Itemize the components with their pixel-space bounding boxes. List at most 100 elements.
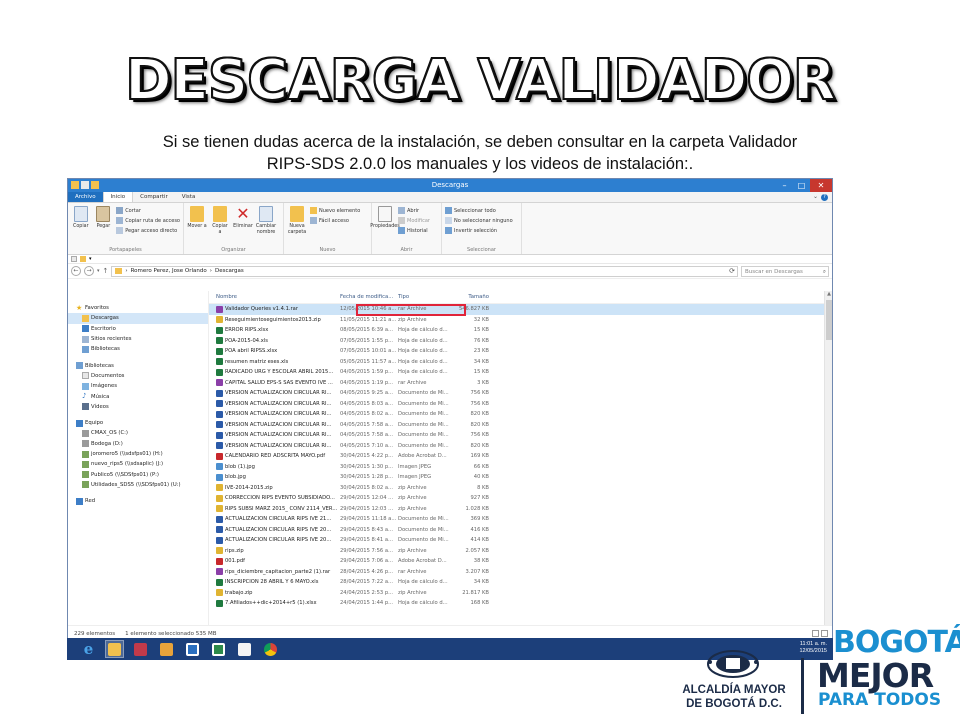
- history-button[interactable]: Historial: [398, 227, 430, 234]
- file-row[interactable]: ACTUALIZACION CIRCULAR RIPS IVE 20... 29/…: [209, 525, 832, 536]
- invert-selection-button[interactable]: Invertir selección: [445, 227, 513, 234]
- window-titlebar[interactable]: Descargas – □ ✕: [68, 179, 832, 192]
- scroll-up-icon[interactable]: ▲: [825, 291, 832, 297]
- folder-icon[interactable]: [80, 256, 86, 262]
- file-row[interactable]: blob (1).jpg 30/04/2015 1:30 p... Imagen J…: [209, 462, 832, 473]
- file-row[interactable]: Reseguimientoseguimientos2013.zip 11/05/2…: [209, 315, 832, 326]
- file-row[interactable]: INSCRIPCION 28 ABRIL Y 6 MAYO.xls 28/04/2…: [209, 577, 832, 588]
- taskbar-app-chrome[interactable]: [261, 640, 280, 658]
- back-button[interactable]: ←: [71, 266, 81, 276]
- taskbar-app-ie[interactable]: e: [79, 640, 98, 658]
- file-row[interactable]: CAPITAL SALUD EPS-S SAS EVENTO IVE ... 04…: [209, 378, 832, 389]
- file-row[interactable]: Validador Queries v1.4.1.rar 12/05/2015 1…: [209, 304, 832, 315]
- tab-compartir[interactable]: Compartir: [133, 192, 175, 202]
- file-row[interactable]: rips_diciembre_capitacion_parte2 (1).rar…: [209, 567, 832, 578]
- new-item-button[interactable]: Nuevo elemento: [310, 207, 360, 214]
- easy-access-button[interactable]: Fácil acceso: [310, 217, 360, 224]
- cut-button[interactable]: Cortar: [116, 207, 180, 214]
- nav-sitios-recientes[interactable]: Sitios recientes: [68, 334, 208, 344]
- file-row[interactable]: ERROR RIPS.xlsx 08/05/2015 6:39 a... Hoja …: [209, 325, 832, 336]
- taskbar-app-checklist[interactable]: [235, 640, 254, 658]
- minimize-button[interactable]: –: [776, 179, 793, 192]
- column-header-type[interactable]: Tipo: [398, 294, 457, 300]
- nav-drive-c[interactable]: CMAX_OS (C:): [68, 428, 208, 438]
- nav-musica[interactable]: ♪ Música: [68, 391, 208, 401]
- select-none-button[interactable]: No seleccionar ninguno: [445, 217, 513, 224]
- maximize-button[interactable]: □: [793, 179, 810, 192]
- nav-bibliotecas[interactable]: Bibliotecas: [68, 360, 208, 370]
- select-all-button[interactable]: Seleccionar todo: [445, 207, 513, 214]
- file-row[interactable]: RIPS SUBSI MARZ 2015_ CONV 2114_VER... 29…: [209, 504, 832, 515]
- file-row[interactable]: trabajo.zip 24/04/2015 2:53 p... zip Archi…: [209, 588, 832, 599]
- tab-inicio[interactable]: Inicio: [102, 192, 134, 202]
- file-row[interactable]: 001.pdf 29/04/2015 7:06 a... Adobe Acrobat…: [209, 556, 832, 567]
- breadcrumb-user[interactable]: Romero Perez, Jose Orlando: [131, 268, 207, 274]
- search-input[interactable]: Buscar en Descargas ⌕: [741, 265, 829, 277]
- open-button[interactable]: Abrir: [398, 207, 430, 214]
- nav-drive-d[interactable]: Bodega (D:): [68, 439, 208, 449]
- nav-documentos[interactable]: Documentos: [68, 371, 208, 381]
- file-row[interactable]: VERSION ACTUALIZACION CIRCULAR RI... 04/0…: [209, 388, 832, 399]
- nav-drive-p[interactable]: Publico5 (\\SDSfps01) (P:): [68, 469, 208, 479]
- column-header-date[interactable]: Fecha de modifica...: [340, 294, 398, 300]
- file-row[interactable]: 7.Afiliados++dic+2014+r5 (1).xlsx 24/04/2…: [209, 598, 832, 609]
- taskbar-app-tools[interactable]: [131, 640, 150, 658]
- file-row[interactable]: VERSION ACTUALIZACION CIRCULAR RI... 04/0…: [209, 441, 832, 452]
- column-header-size[interactable]: Tamaño: [457, 294, 489, 300]
- tab-vista[interactable]: Vista: [175, 192, 203, 202]
- nav-fav-bibliotecas[interactable]: Bibliotecas: [68, 344, 208, 354]
- chevron-down-icon[interactable]: ▾: [89, 256, 94, 262]
- taskbar-app-outlook[interactable]: [183, 640, 202, 658]
- breadcrumb-descargas[interactable]: Descargas: [215, 268, 244, 274]
- file-row[interactable]: CORRECCION RIPS EVENTO SUBSIDIADO... 29/0…: [209, 493, 832, 504]
- document-icon[interactable]: [71, 256, 77, 262]
- nav-descargas[interactable]: Descargas: [68, 313, 208, 324]
- nav-equipo[interactable]: Equipo: [68, 418, 208, 428]
- nav-red[interactable]: Red: [68, 496, 208, 506]
- large-icons-view-icon[interactable]: [821, 630, 828, 637]
- taskbar-app-excel[interactable]: [209, 640, 228, 658]
- nav-imagenes[interactable]: Imágenes: [68, 381, 208, 391]
- nav-escritorio[interactable]: Escritorio: [68, 324, 208, 334]
- file-row[interactable]: RADICADO URG Y ESCOLAR ABRIL 2015... 04/0…: [209, 367, 832, 378]
- scrollbar-thumb[interactable]: [826, 300, 832, 340]
- file-row[interactable]: POA-2015-04.xls 07/05/2015 1:55 p... Hoja …: [209, 336, 832, 347]
- file-row[interactable]: resumen matriz eses.xls 05/05/2015 11:57 …: [209, 357, 832, 368]
- file-row[interactable]: blob.jpg 30/04/2015 1:28 p... Imagen JPEG 4…: [209, 472, 832, 483]
- nav-videos[interactable]: Vídeos: [68, 402, 208, 412]
- file-row[interactable]: ACTUALIZACION CIRCULAR RIPS IVE 20... 29/…: [209, 535, 832, 546]
- column-header-name[interactable]: Nombre: [213, 294, 340, 300]
- file-row[interactable]: POA abril RIPSS.xlsx 07/05/2015 10:01 a..…: [209, 346, 832, 357]
- file-row[interactable]: VERSION ACTUALIZACION CIRCULAR RI... 04/0…: [209, 430, 832, 441]
- nav-drive-h[interactable]: joromero5 (\\sdsfps01) (H:): [68, 449, 208, 459]
- file-row[interactable]: VERSION ACTUALIZACION CIRCULAR RI... 04/0…: [209, 409, 832, 420]
- edit-button[interactable]: Modificar: [398, 217, 430, 224]
- close-button[interactable]: ✕: [810, 179, 832, 192]
- taskbar-app-explorer[interactable]: [105, 640, 124, 658]
- recent-locations-icon[interactable]: ▾: [97, 268, 100, 274]
- file-row[interactable]: VERSION ACTUALIZACION CIRCULAR RI... 04/0…: [209, 420, 832, 431]
- taskbar-app-folder[interactable]: [157, 640, 176, 658]
- chevron-down-icon[interactable]: ⌄: [813, 193, 818, 200]
- up-arrow-icon[interactable]: ↑: [103, 267, 109, 275]
- forward-button[interactable]: →: [84, 266, 94, 276]
- system-tray-clock[interactable]: 11:01 a. m. 12/05/2015: [799, 641, 827, 655]
- file-row[interactable]: IVE-2014-2015.zip 30/04/2015 8:02 a... zip…: [209, 483, 832, 494]
- tab-archivo[interactable]: Archivo: [68, 192, 103, 202]
- file-size: 2.057 KB: [465, 547, 489, 554]
- copy-path-button[interactable]: Copiar ruta de acceso: [116, 217, 180, 224]
- nav-favoritos[interactable]: ★ Favoritos: [68, 303, 208, 313]
- file-row[interactable]: rips.zip 29/04/2015 7:56 a... zip Archive 2…: [209, 546, 832, 557]
- search-icon[interactable]: ⌕: [823, 267, 826, 277]
- file-row[interactable]: CALENDARIO RED ADSCRITA MAYO.pdf 30/04/20…: [209, 451, 832, 462]
- help-icon[interactable]: ?: [821, 194, 828, 201]
- details-view-icon[interactable]: [812, 630, 819, 637]
- nav-drive-j[interactable]: nuevo_rips5 (\\sdsaplic) (J:): [68, 459, 208, 469]
- address-bar[interactable]: › Romero Perez, Jose Orlando › Descargas…: [111, 265, 738, 277]
- paste-shortcut-button[interactable]: Pegar acceso directo: [116, 227, 180, 234]
- file-row[interactable]: VERSION ACTUALIZACION CIRCULAR RI... 04/0…: [209, 399, 832, 410]
- nav-drive-u[interactable]: Utilidades_SDS5 (\\SDSfps01) (U:): [68, 480, 208, 490]
- refresh-icon[interactable]: ⟳: [729, 267, 735, 275]
- file-row[interactable]: ACTUALIZACION CIRCULAR RIPS IVE 21... 29/…: [209, 514, 832, 525]
- vertical-scrollbar[interactable]: ▲: [824, 291, 832, 627]
